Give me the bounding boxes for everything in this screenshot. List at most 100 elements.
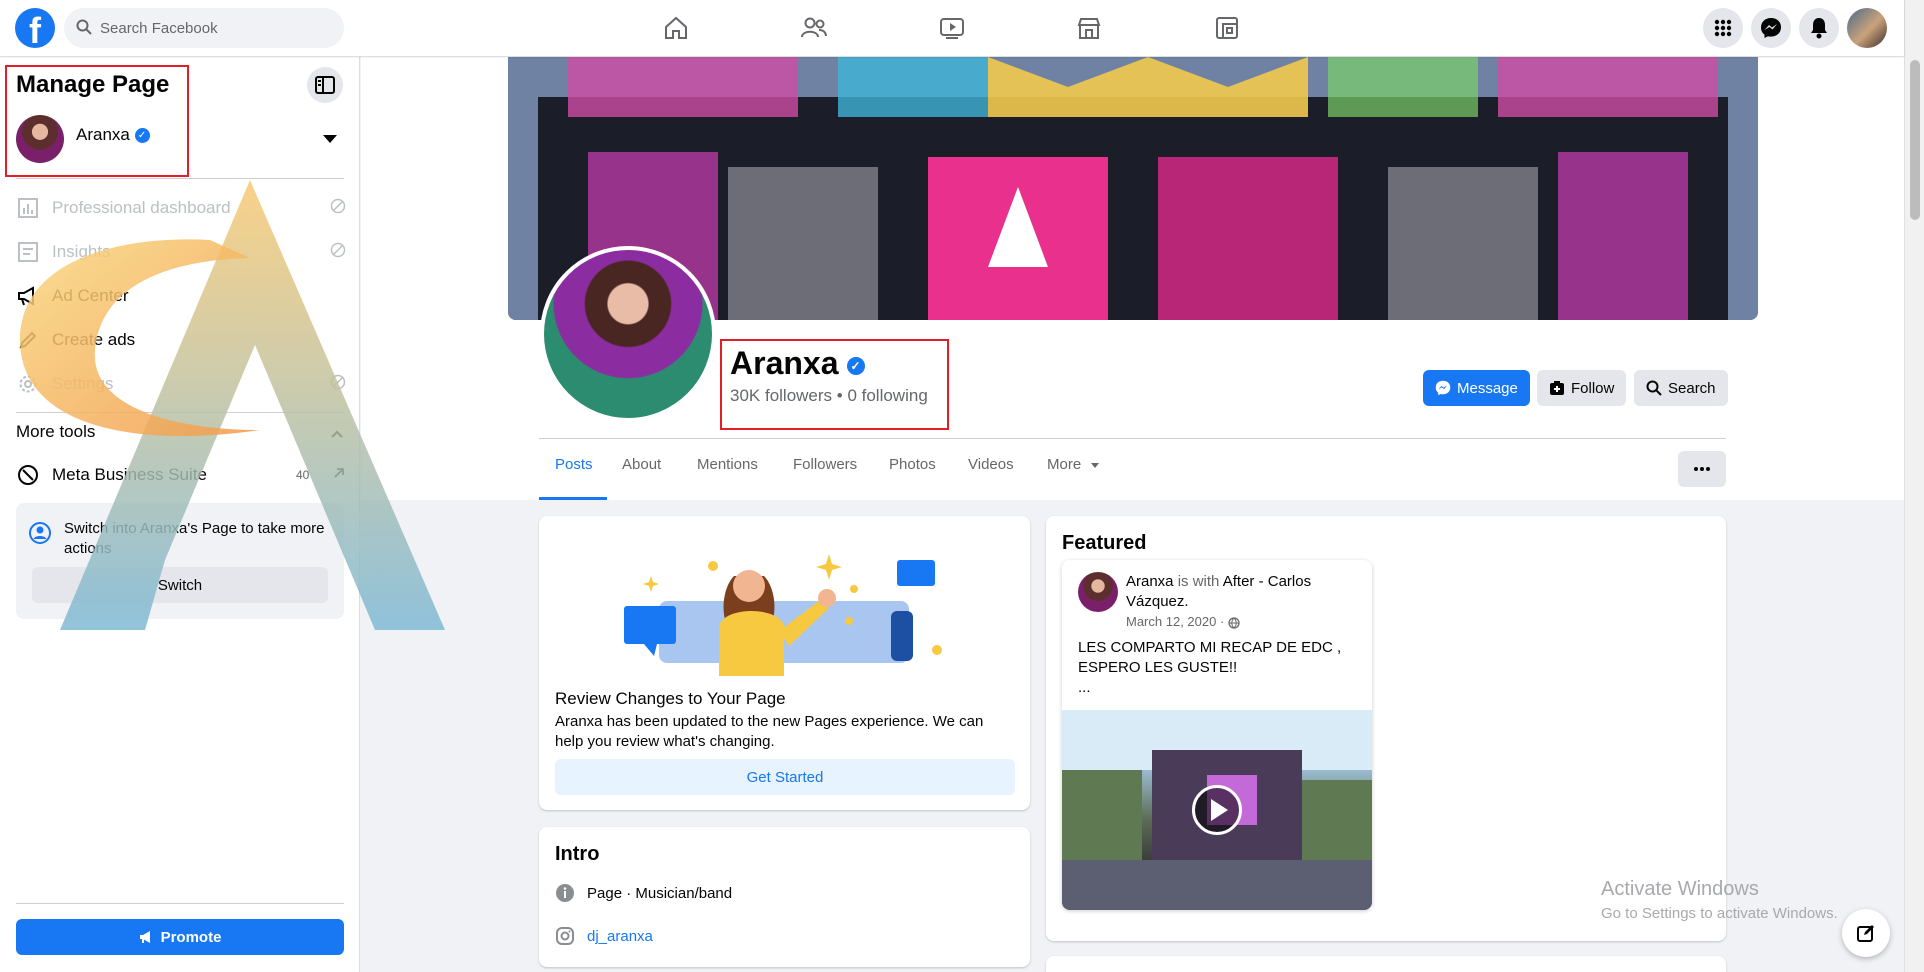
sidebar-item-label: Insights <box>52 242 111 261</box>
sidebar-item-create-ads[interactable]: Create ads <box>16 320 346 360</box>
home-icon[interactable] <box>652 10 700 46</box>
switch-description: Switch into Aranxa's Page to take more a… <box>64 520 325 557</box>
play-icon[interactable] <box>1192 785 1242 835</box>
follower-stats[interactable]: 30K followers • 0 following <box>730 386 928 406</box>
disabled-icon <box>330 374 346 395</box>
watch-icon[interactable] <box>928 10 976 46</box>
sidebar-item-insights[interactable]: Insights <box>16 232 346 272</box>
more-dots-icon <box>1694 467 1710 471</box>
active-tab-indicator <box>539 497 607 500</box>
account-avatar[interactable] <box>1847 8 1887 48</box>
notifications-icon[interactable] <box>1799 8 1839 48</box>
profile-name: Aranxa ✓ <box>730 345 865 382</box>
intro-instagram-row: dj_aranxa <box>555 926 653 946</box>
profile-picture[interactable] <box>540 246 716 422</box>
sidebar-item-label: Settings <box>52 374 114 393</box>
megaphone-icon <box>16 286 40 306</box>
switch-button[interactable]: Switch <box>32 567 328 603</box>
search-icon <box>76 19 92 35</box>
post-header: Aranxa is with After - Carlos Vázquez. <box>1126 573 1312 610</box>
more-tools-heading[interactable]: More tools <box>16 422 95 442</box>
message-button[interactable]: Message <box>1423 370 1530 406</box>
sidebar-item-label: Create ads <box>52 330 136 349</box>
messenger-icon[interactable] <box>1751 8 1791 48</box>
page-name: Aranxa <box>76 125 130 144</box>
more-options-button[interactable] <box>1678 451 1726 487</box>
featured-title: Featured <box>1062 532 1147 554</box>
search-icon <box>1646 380 1662 396</box>
follow-button[interactable]: Follow <box>1537 370 1627 406</box>
tab-photos[interactable]: Photos <box>889 456 936 473</box>
instagram-link[interactable]: dj_aranxa <box>587 928 653 945</box>
top-navigation-bar: f <box>0 0 1904 56</box>
collapse-panel-icon[interactable] <box>307 67 343 103</box>
instagram-icon <box>556 927 574 945</box>
verified-icon: ✓ <box>134 128 150 144</box>
intro-category: Musician/band <box>635 884 733 902</box>
facebook-logo[interactable]: f <box>15 8 55 51</box>
review-illustration <box>624 554 942 676</box>
compose-icon <box>1857 925 1874 942</box>
post-video[interactable] <box>1062 710 1372 910</box>
sidebar-item-label: Ad Center <box>52 286 129 305</box>
megaphone-icon <box>139 931 150 943</box>
promote-button[interactable]: Promote <box>16 919 344 955</box>
post-author[interactable]: Aranxa <box>1126 573 1174 590</box>
featured-post[interactable]: Aranxa is with After - Carlos Vázquez. M… <box>1062 560 1372 910</box>
page-avatar[interactable] <box>16 115 64 163</box>
page-switcher[interactable]: Aranxa ✓ <box>76 125 150 145</box>
tab-videos[interactable]: Videos <box>968 456 1014 473</box>
notification-badge: 40 <box>296 468 310 482</box>
sidebar-item-meta-business-suite[interactable]: Meta Business Suite 40 <box>16 455 346 495</box>
intro-category-row: Page · Musician/band <box>555 883 732 903</box>
switch-profile-card: Switch into Aranxa's Page to take more a… <box>16 503 344 619</box>
info-icon <box>556 884 574 902</box>
external-link-icon <box>332 465 346 485</box>
divider <box>16 178 344 179</box>
search-input[interactable] <box>100 8 330 48</box>
get-started-button[interactable]: Get Started <box>555 759 1015 795</box>
sidebar-item-label: Professional dashboard <box>52 198 231 217</box>
post-author-avatar[interactable] <box>1078 572 1118 612</box>
disabled-icon <box>330 198 346 219</box>
marketplace-icon[interactable] <box>1065 10 1113 46</box>
intro-card: Intro Page · Musician/band dj_aranxa <box>539 827 1030 967</box>
globe-icon <box>1228 616 1240 629</box>
pencil-icon <box>16 330 40 350</box>
review-card-title: Review Changes to Your Page <box>555 689 786 708</box>
sidebar-item-professional-dashboard[interactable]: Professional dashboard <box>16 188 346 228</box>
scrollbar-thumb[interactable] <box>1910 60 1920 220</box>
disabled-icon <box>330 242 346 263</box>
sidebar-item-ad-center[interactable]: Ad Center <box>16 276 346 316</box>
tab-mentions[interactable]: Mentions <box>697 456 758 473</box>
search-page-button[interactable]: Search <box>1634 370 1728 406</box>
tab-posts[interactable]: Posts <box>555 456 593 473</box>
scrollbar[interactable] <box>1904 0 1924 972</box>
sidebar-item-label: Meta Business Suite <box>52 465 207 484</box>
tab-about[interactable]: About <box>622 456 661 473</box>
intro-category-label: Page <box>587 884 623 902</box>
chevron-down-icon[interactable] <box>323 135 337 143</box>
post-date[interactable]: March 12, 2020 · <box>1126 614 1240 629</box>
caret-down-icon <box>1091 462 1100 468</box>
manage-page-sidebar: Manage Page Aranxa ✓ Professional dashbo… <box>0 57 360 972</box>
intro-title: Intro <box>555 843 600 865</box>
post-with-text: is with <box>1177 573 1220 590</box>
tab-more[interactable]: More <box>1047 456 1100 473</box>
windows-activation-watermark: Activate Windows Go to Settings to activ… <box>1601 878 1838 922</box>
tab-followers[interactable]: Followers <box>793 456 857 473</box>
friends-icon[interactable] <box>790 10 838 46</box>
gear-icon <box>16 374 40 394</box>
gaming-icon[interactable] <box>1203 10 1251 46</box>
divider <box>539 438 1726 439</box>
sidebar-item-settings[interactable]: Settings <box>16 364 346 404</box>
search-box[interactable] <box>64 8 344 48</box>
post-text: LES COMPARTO MI RECAP DE EDC , ESPERO LE… <box>1078 639 1342 696</box>
divider <box>16 903 344 904</box>
new-message-button[interactable] <box>1842 909 1890 957</box>
divider <box>16 412 344 413</box>
menu-grid-icon[interactable] <box>1703 8 1743 48</box>
chevron-up-icon[interactable] <box>330 429 344 439</box>
next-card <box>1046 956 1726 972</box>
messenger-icon <box>1435 380 1451 396</box>
